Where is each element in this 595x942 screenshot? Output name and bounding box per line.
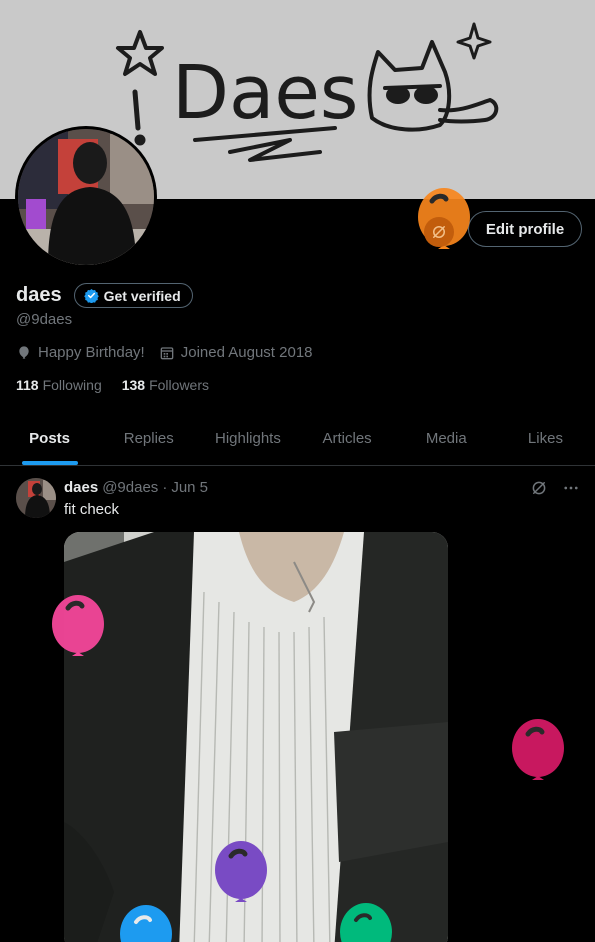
following-label: Following [42, 377, 102, 393]
grok-icon[interactable] [424, 217, 454, 247]
verified-badge-icon [83, 288, 99, 303]
joined-text: Joined August 2018 [180, 344, 313, 361]
pink-balloon [52, 595, 104, 656]
tab-articles[interactable]: Articles [298, 412, 397, 465]
tweet-date[interactable]: Jun 5 [171, 479, 208, 496]
grok-icon[interactable] [529, 478, 549, 498]
tweet-text: fit check [64, 501, 120, 518]
more-dots-icon[interactable] [561, 478, 581, 498]
purple-balloon [215, 841, 267, 902]
joined-item: Joined August 2018 [159, 344, 313, 361]
profile-meta: Happy Birthday! Joined August 2018 [16, 344, 327, 361]
tweet-author-name[interactable]: daes [64, 479, 98, 496]
followers-count: 138 [121, 377, 146, 393]
tweet[interactable]: daes @9daes · Jun 5 fit check [0, 466, 595, 942]
edit-profile-button[interactable]: Edit profile [468, 211, 582, 247]
magenta-balloon [512, 719, 564, 780]
following-link[interactable]: 118 Following [16, 377, 102, 393]
tweet-header: daes @9daes · Jun 5 [64, 479, 208, 496]
banner-sketch-text: Daes [172, 50, 358, 136]
get-verified-label: Get verified [103, 287, 181, 304]
tab-posts[interactable]: Posts [0, 412, 99, 465]
birthday-item: Happy Birthday! [16, 344, 145, 361]
profile-tabs: Posts Replies Highlights Articles Media … [0, 412, 595, 466]
tab-likes[interactable]: Likes [496, 412, 595, 465]
tweet-actions [529, 478, 581, 498]
name-row: daes Get verified [16, 283, 193, 308]
tab-media[interactable]: Media [397, 412, 496, 465]
tweet-separator: · [162, 479, 168, 496]
tweet-author-handle[interactable]: @9daes [102, 479, 158, 496]
followers-label: Followers [149, 377, 209, 393]
tweet-avatar[interactable] [16, 478, 56, 518]
balloon-icon [16, 345, 32, 361]
profile-avatar[interactable] [15, 126, 157, 268]
green-balloon [340, 903, 392, 942]
followers-link[interactable]: 138 Followers [122, 377, 209, 393]
blue-balloon [120, 905, 172, 942]
follow-counts: 118 Following 138 Followers [16, 377, 209, 393]
tab-replies[interactable]: Replies [99, 412, 198, 465]
profile-handle: @9daes [16, 311, 73, 328]
get-verified-button[interactable]: Get verified [73, 283, 193, 308]
following-count: 118 [16, 377, 39, 393]
avatar-photo [18, 129, 154, 265]
calendar-icon [159, 345, 175, 361]
profile-display-name: daes [16, 284, 62, 306]
birthday-text: Happy Birthday! [38, 344, 145, 361]
tab-highlights[interactable]: Highlights [198, 412, 297, 465]
